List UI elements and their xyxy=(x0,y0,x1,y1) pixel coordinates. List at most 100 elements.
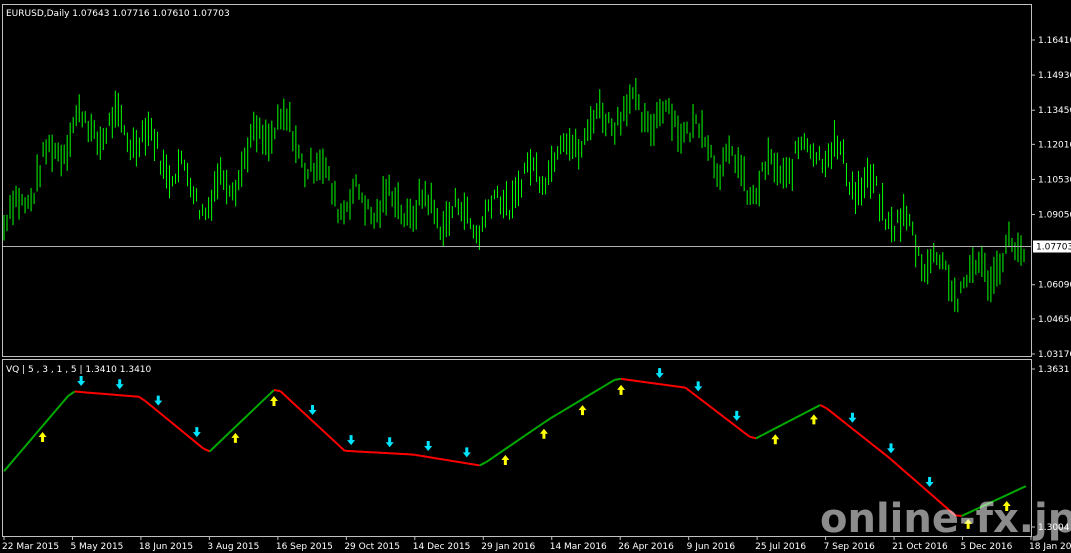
vq-segment xyxy=(106,393,114,396)
y-tick-label: 1.14930 xyxy=(1038,71,1071,81)
down-arrow-icon xyxy=(462,447,471,458)
up-arrow-icon xyxy=(809,414,818,425)
vq-segment xyxy=(273,389,281,393)
vq-segment xyxy=(838,417,847,425)
vq-segment xyxy=(851,427,860,435)
vq-segment xyxy=(877,448,886,455)
price-bars xyxy=(3,77,1025,313)
vq-y-tick-label: 1.3631 xyxy=(1038,365,1070,375)
up-arrow-icon xyxy=(771,434,780,445)
vq-segment xyxy=(896,464,905,472)
vq-segment xyxy=(324,432,333,440)
vq-segment xyxy=(569,402,577,408)
x-tick-label: 16 Sep 2015 xyxy=(276,542,333,552)
y-tick-label: 1.09050 xyxy=(1038,211,1071,221)
vq-segment xyxy=(215,438,224,447)
vq-segment xyxy=(164,416,172,423)
vq-segment xyxy=(305,414,314,422)
x-tick-label: 14 Dec 2015 xyxy=(413,542,471,552)
vq-segment xyxy=(762,430,770,436)
x-tick-label: 18 Jun 2015 xyxy=(139,542,193,552)
vq-segment xyxy=(16,447,25,457)
vq-segment xyxy=(318,426,327,434)
vq-segment xyxy=(704,401,712,409)
chart-svg: 1.16410 1.14930 1.13450 1.12010 1.10530 1.090… xyxy=(2,4,1071,552)
vq-segment xyxy=(736,426,744,433)
down-arrow-icon xyxy=(192,427,201,438)
vq-segment xyxy=(81,391,88,394)
up-arrow-icon xyxy=(231,432,240,443)
down-arrow-icon xyxy=(424,441,433,452)
vq-segment xyxy=(903,469,911,477)
vq-segment xyxy=(536,421,545,428)
up-arrow-icon xyxy=(38,431,47,442)
vq-segment xyxy=(453,460,461,464)
vq-segment xyxy=(845,422,854,430)
vq-segment xyxy=(9,455,18,465)
x-tick-label: 21 Oct 2016 xyxy=(892,542,948,552)
vq-segment xyxy=(331,438,339,446)
vq-segment xyxy=(575,398,584,404)
vq-segment xyxy=(813,404,821,410)
y-tick-label: 1.06090 xyxy=(1038,281,1071,291)
vq-segment xyxy=(916,481,924,489)
vq-segment xyxy=(530,426,539,433)
vq-segment xyxy=(460,461,467,465)
vq-pane-title: VQ | 5 , 3 , 1 , 5 | 1.3410 1.3410 xyxy=(6,365,152,375)
y-tick-label: 1.04650 xyxy=(1038,315,1071,325)
vq-segment xyxy=(549,413,558,420)
vq-segment xyxy=(144,400,153,408)
vq-segment xyxy=(311,420,320,428)
vq-segment xyxy=(228,426,237,434)
vq-segment xyxy=(498,448,506,455)
x-tick-label: 26 Apr 2016 xyxy=(618,542,674,552)
vq-segment xyxy=(298,408,307,416)
down-arrow-icon xyxy=(887,443,896,454)
vq-segment xyxy=(646,381,654,385)
vq-segment xyxy=(601,382,609,389)
vq-segment xyxy=(176,426,185,434)
vq-segment xyxy=(832,412,841,420)
vq-segment xyxy=(826,407,834,415)
x-tick-label: 7 Sep 2016 xyxy=(824,542,876,552)
vq-segment xyxy=(729,421,738,428)
up-arrow-icon xyxy=(617,384,626,395)
down-arrow-icon xyxy=(732,410,741,421)
vq-segment xyxy=(202,447,211,453)
y-tick-label: 1.12010 xyxy=(1038,140,1071,150)
x-tick-label: 5 Dec 2016 xyxy=(961,542,1013,552)
vq-segment xyxy=(517,435,526,442)
vq-segment xyxy=(408,453,416,456)
up-arrow-icon xyxy=(578,405,587,416)
x-tick-label: 3 Aug 2015 xyxy=(207,542,259,552)
vq-segment xyxy=(260,395,269,404)
y-tick-label: 1.16410 xyxy=(1038,36,1071,46)
vq-segment xyxy=(794,414,802,420)
vq-segment xyxy=(684,386,693,394)
vq-segment xyxy=(556,409,564,416)
vq-segment xyxy=(279,390,288,398)
up-arrow-icon xyxy=(501,454,510,465)
vq-segment xyxy=(922,486,931,494)
watermark: online-fx.jp xyxy=(820,496,1071,542)
up-arrow-icon xyxy=(269,396,278,407)
vq-segment xyxy=(196,442,204,450)
down-arrow-icon xyxy=(77,376,86,387)
vq-segment xyxy=(588,390,596,397)
y-tick-label: 1.03170 xyxy=(1038,350,1071,360)
vq-segment xyxy=(170,421,179,429)
vq-segment xyxy=(22,440,31,450)
price-pane-title: EURUSD,Daily 1.07643 1.07716 1.07610 1.0… xyxy=(6,9,230,19)
vq-segment xyxy=(473,463,480,467)
x-tick-label: 29 Oct 2015 xyxy=(344,542,400,552)
down-arrow-icon xyxy=(694,381,703,392)
vq-segment xyxy=(742,430,751,438)
vq-segment xyxy=(858,433,866,440)
vq-segment xyxy=(653,382,660,386)
x-tick-label: 18 Jan 2017 xyxy=(1029,542,1071,552)
vq-segment xyxy=(151,405,159,413)
vq-segment xyxy=(337,444,346,452)
vq-segment xyxy=(768,427,776,433)
vq-segment xyxy=(253,401,262,410)
vq-segment xyxy=(126,394,133,398)
